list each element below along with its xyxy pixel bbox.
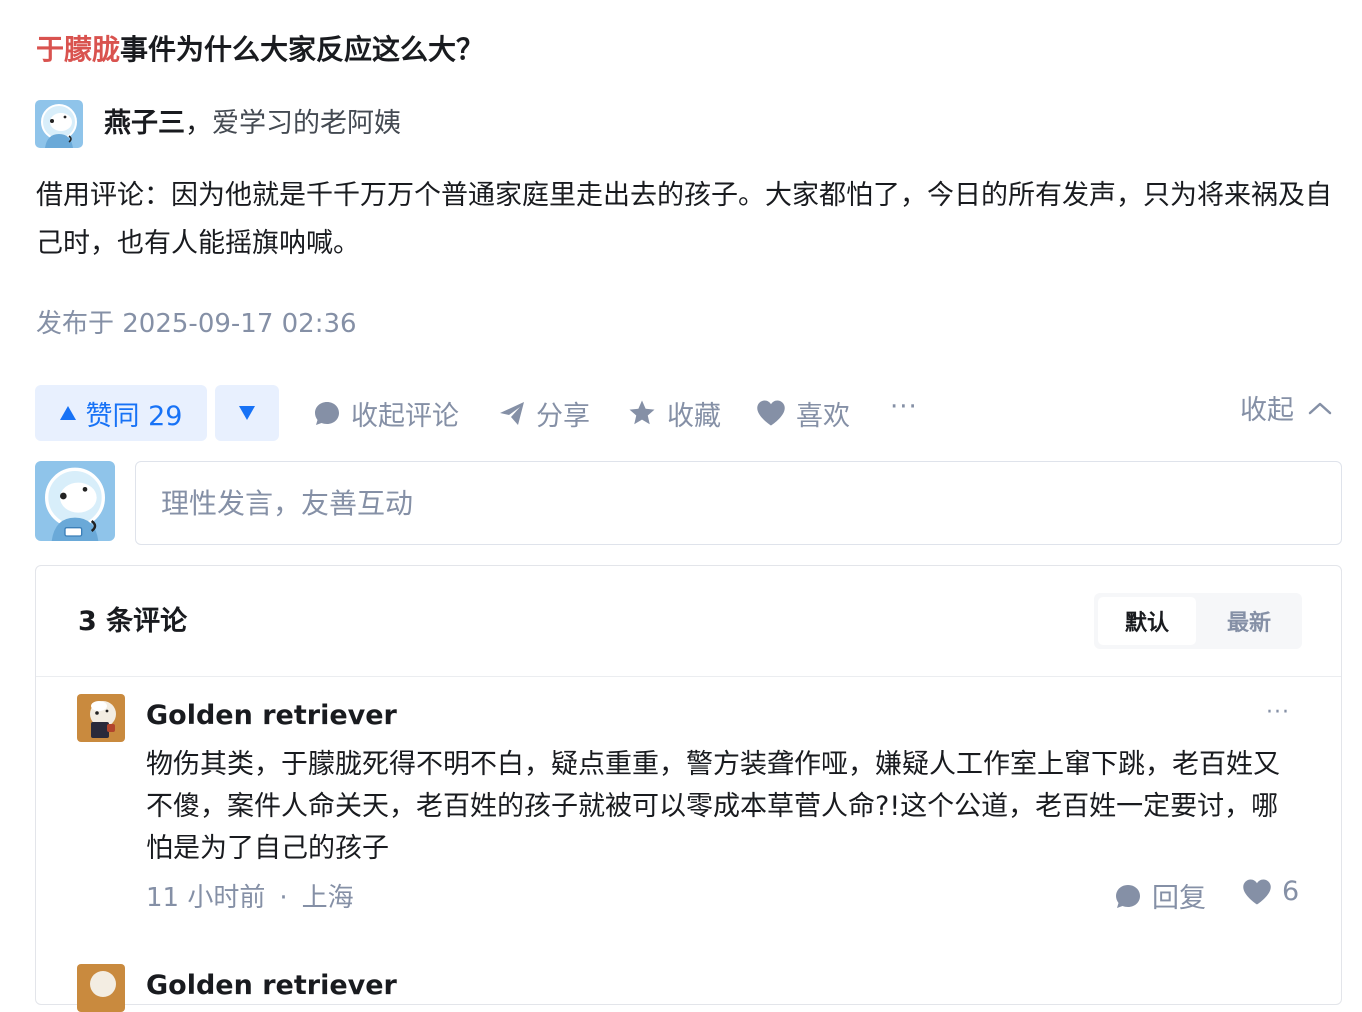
comment-location: 上海 — [301, 883, 354, 913]
question-title-text[interactable]: 事件为什么大家反应这么大？ — [120, 33, 484, 66]
comment-reply-label: 回复 — [1152, 883, 1206, 914]
comment-more-button[interactable]: ··· — [1266, 700, 1290, 725]
question-title[interactable]: 于朦胧事件为什么大家反应这么大？ — [36, 28, 484, 72]
comment-like-count: 6 — [1282, 876, 1300, 907]
share-button[interactable]: 分享 — [498, 390, 590, 436]
comment-count: 3 条评论 — [78, 606, 188, 637]
comment-author[interactable]: Golden retriever — [146, 694, 397, 738]
author-info: 燕子三，爱学习的老阿姨 — [104, 104, 401, 144]
sort-newest-tab[interactable]: 最新 — [1200, 597, 1298, 645]
collapse-button[interactable]: 收起 — [1240, 388, 1332, 427]
like-label: 喜欢 — [796, 400, 850, 432]
current-user-avatar — [35, 461, 115, 541]
more-options-button[interactable]: ··· — [890, 392, 918, 422]
publish-time: 发布于 2025-09-17 02:36 — [36, 309, 357, 339]
heart-icon — [1243, 879, 1271, 904]
question-title-highlight[interactable]: 于朦胧 — [36, 33, 120, 66]
comment-bubble-icon — [315, 402, 339, 425]
answer-content: 借用评论：因为他就是千千万万个普通家庭里走出去的孩子。大家都怕了，今日的所有发声… — [36, 180, 1332, 259]
comment-like-button[interactable]: 6 — [1242, 876, 1299, 907]
collapse-label: 收起 — [1240, 395, 1294, 426]
share-icon — [500, 402, 524, 425]
sort-default-tab[interactable]: 默认 — [1098, 597, 1196, 645]
chevron-up-icon — [1308, 402, 1332, 414]
comment-time: 11 小时前 — [146, 883, 266, 913]
triangle-down-icon — [239, 406, 255, 420]
triangle-up-icon — [59, 406, 76, 420]
comment-meta-dot: · — [279, 883, 288, 913]
comment-author[interactable]: Golden retriever — [146, 964, 397, 1008]
downvote-button[interactable] — [215, 385, 279, 441]
collapse-comments-button[interactable]: 收起评论 — [313, 390, 459, 436]
comments-panel: 3 条评论 默认 最新 Golden retriever ··· 物伤其类，于朦… — [35, 565, 1342, 1012]
share-label: 分享 — [536, 400, 590, 432]
comment-input[interactable] — [135, 461, 1342, 545]
comment-meta: 11 小时前 · 上海 — [146, 878, 354, 918]
author-avatar[interactable] — [35, 100, 83, 148]
author-bio: 爱学习的老阿姨 — [212, 108, 401, 139]
author-separator: ， — [185, 108, 212, 139]
upvote-label: 赞同 29 — [85, 400, 183, 432]
comment-bubble-icon — [1116, 884, 1140, 908]
like-button[interactable]: 喜欢 — [756, 390, 850, 436]
collapse-comments-label: 收起评论 — [351, 400, 459, 432]
upvote-button[interactable]: 赞同 29 — [35, 385, 207, 441]
comment-reply-button[interactable]: 回复 — [1114, 876, 1206, 915]
star-icon — [629, 400, 655, 425]
sort-toggle: 默认 最新 — [1094, 593, 1302, 649]
comments-header: 3 条评论 默认 最新 — [36, 566, 1341, 677]
favorite-label: 收藏 — [667, 400, 721, 432]
comment-text: 物伤其类，于朦胧死得不明不白，疑点重重，警方装聋作哑，嫌疑人工作室上窜下跳，老百… — [146, 749, 1280, 864]
favorite-button[interactable]: 收藏 — [627, 390, 721, 436]
comment-avatar[interactable] — [77, 694, 125, 742]
heart-icon — [757, 400, 785, 426]
author-name[interactable]: 燕子三 — [104, 108, 185, 139]
comment-avatar[interactable] — [77, 964, 125, 1012]
